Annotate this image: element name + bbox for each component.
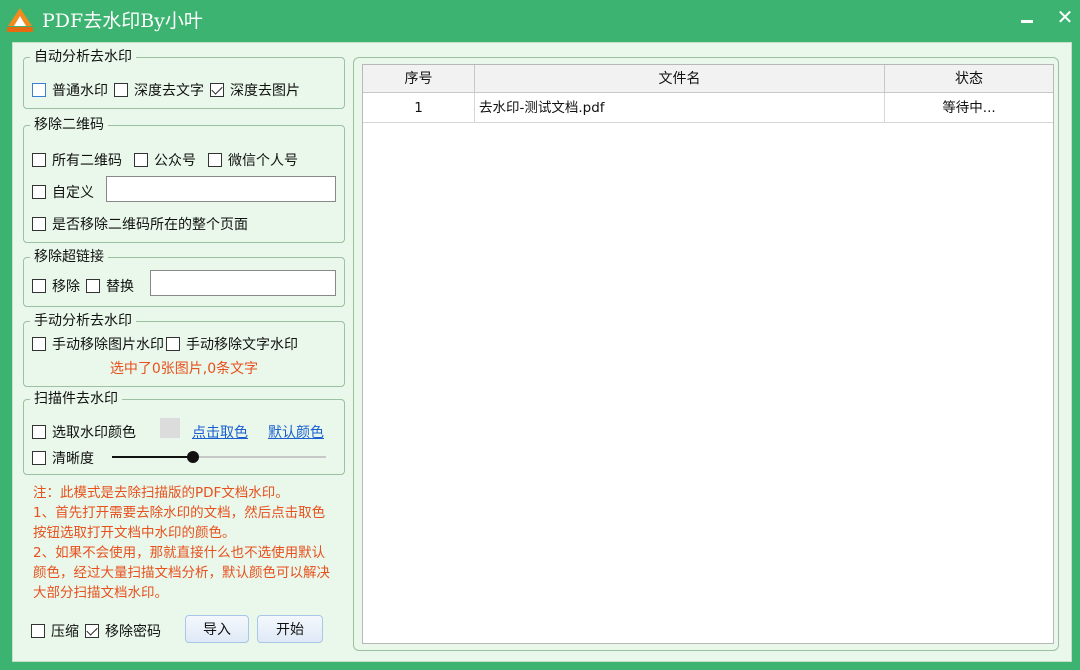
deep-image-checkbox[interactable]: [210, 83, 224, 97]
deep-text-checkbox[interactable]: [114, 83, 128, 97]
note-line: 2、如果不会使用，那就直接什么也不选使用默认颜色，经过大量扫描文档分析，默认颜色…: [33, 545, 330, 601]
remove-link-group: 移除超链接 移除 替换: [23, 248, 345, 307]
remove-whole-page-label: 是否移除二维码所在的整个页面: [52, 217, 248, 233]
file-table[interactable]: 序号 文件名 状态 1 去水印-测试文档.pdf 等待中...: [362, 64, 1054, 644]
all-qr-label: 所有二维码: [52, 153, 122, 169]
pick-color-checkbox[interactable]: [32, 425, 46, 439]
wechat-personal-checkbox[interactable]: [208, 153, 222, 167]
manual-image-checkbox[interactable]: [32, 337, 46, 351]
remove-link-label: 移除: [52, 279, 80, 295]
file-list-panel: 序号 文件名 状态 1 去水印-测试文档.pdf 等待中...: [353, 57, 1059, 651]
app-logo-icon: [7, 8, 33, 32]
row-filename-cell[interactable]: 去水印-测试文档.pdf: [475, 93, 885, 123]
compress-checkbox[interactable]: [31, 624, 45, 638]
deep-text-label: 深度去文字: [134, 83, 204, 99]
close-button[interactable]: ✕: [1052, 4, 1078, 30]
normal-watermark-label: 普通水印: [52, 83, 108, 99]
remove-qr-group: 移除二维码 所有二维码 公众号 微信个人号 自定义 是否移除二维码所在的整个页面: [23, 116, 345, 243]
scan-watermark-group: 扫描件去水印 选取水印颜色 点击取色 默认颜色 清晰度: [23, 390, 345, 475]
custom-qr-input[interactable]: [106, 176, 336, 202]
scan-mode-note: 注：此模式是去除扫描版的PDF文档水印。 1、首先打开需要去除水印的文档，然后点…: [33, 483, 338, 603]
official-account-checkbox[interactable]: [134, 153, 148, 167]
remove-link-title: 移除超链接: [30, 248, 108, 266]
scan-watermark-title: 扫描件去水印: [30, 390, 122, 408]
row-index-cell[interactable]: 1: [363, 93, 475, 123]
remove-password-checkbox[interactable]: [85, 624, 99, 638]
compress-label: 压缩: [51, 624, 79, 640]
auto-analyze-group: 自动分析去水印 普通水印 深度去文字 深度去图片: [23, 48, 345, 109]
column-header-filename[interactable]: 文件名: [475, 65, 885, 93]
clarity-checkbox[interactable]: [32, 451, 46, 465]
deep-image-label: 深度去图片: [230, 83, 300, 99]
default-color-link[interactable]: 默认颜色: [268, 422, 324, 442]
manual-analyze-title: 手动分析去水印: [30, 312, 136, 330]
manual-image-label: 手动移除图片水印: [52, 337, 164, 353]
official-account-label: 公众号: [154, 153, 196, 169]
minimize-icon: [1021, 20, 1033, 23]
remove-qr-title: 移除二维码: [30, 116, 108, 134]
replace-link-checkbox[interactable]: [86, 279, 100, 293]
row-status-cell[interactable]: 等待中...: [885, 93, 1053, 123]
replace-link-label: 替换: [106, 279, 134, 295]
remove-link-checkbox[interactable]: [32, 279, 46, 293]
column-header-status[interactable]: 状态: [885, 65, 1053, 93]
normal-watermark-checkbox[interactable]: [32, 83, 46, 97]
custom-qr-label: 自定义: [52, 185, 94, 201]
replace-link-input[interactable]: [150, 270, 336, 296]
pick-color-link[interactable]: 点击取色: [192, 422, 248, 442]
remove-whole-page-checkbox[interactable]: [32, 217, 46, 231]
all-qr-checkbox[interactable]: [32, 153, 46, 167]
manual-analyze-group: 手动分析去水印 手动移除图片水印 手动移除文字水印 选中了0张图片,0条文字: [23, 312, 345, 387]
manual-text-checkbox[interactable]: [166, 337, 180, 351]
start-button[interactable]: 开始: [257, 615, 323, 643]
auto-analyze-title: 自动分析去水印: [30, 48, 136, 66]
import-button[interactable]: 导入: [185, 615, 249, 643]
pick-color-label: 选取水印颜色: [52, 425, 136, 441]
note-line: 注：此模式是去除扫描版的PDF文档水印。: [33, 485, 289, 501]
title-bar: PDF去水印By小叶 ✕: [0, 0, 1080, 36]
remove-password-label: 移除密码: [105, 624, 161, 640]
main-client-area: 自动分析去水印 普通水印 深度去文字 深度去图片 移除二维码 所有二维码 公众号…: [12, 42, 1072, 662]
clarity-label: 清晰度: [52, 451, 94, 467]
window-title: PDF去水印By小叶: [42, 10, 203, 32]
minimize-button[interactable]: [1014, 4, 1040, 30]
selection-status: 选中了0张图片,0条文字: [109, 361, 259, 377]
wechat-personal-label: 微信个人号: [228, 153, 298, 169]
manual-text-label: 手动移除文字水印: [186, 337, 298, 353]
note-line: 1、首先打开需要去除水印的文档，然后点击取色按钮选取打开文档中水印的颜色。: [33, 505, 326, 541]
column-header-index[interactable]: 序号: [363, 65, 475, 93]
custom-qr-checkbox[interactable]: [32, 185, 46, 199]
clarity-slider-thumb[interactable]: [187, 451, 200, 463]
watermark-color-swatch: [160, 418, 180, 438]
clarity-slider-fill: [112, 456, 194, 458]
